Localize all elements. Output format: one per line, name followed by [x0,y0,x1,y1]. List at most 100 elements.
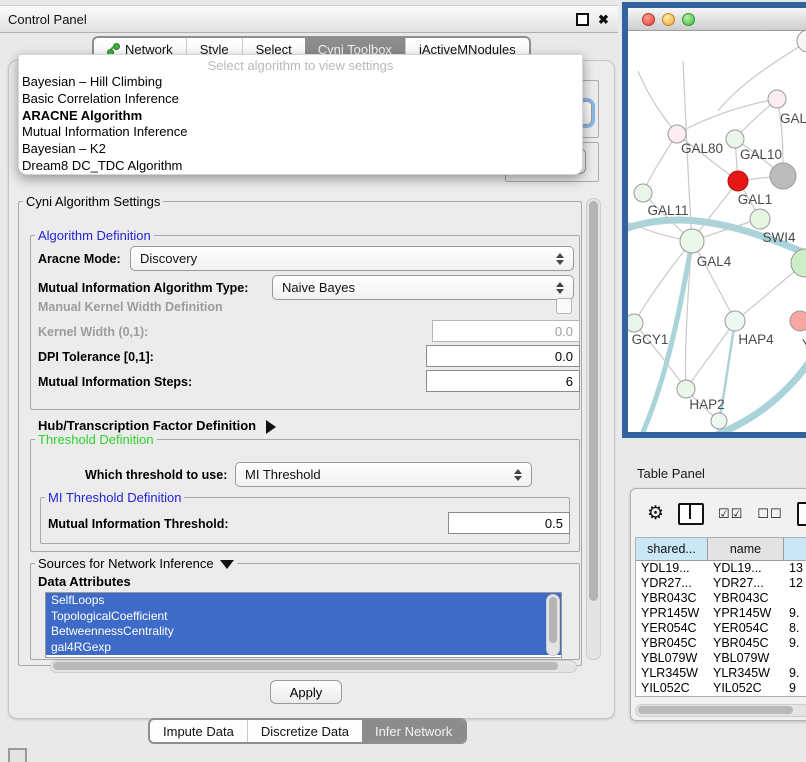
table-cell[interactable] [784,591,806,606]
table-cell[interactable]: YLR345W [708,666,784,681]
apply-button[interactable]: Apply [270,680,342,704]
table-cell[interactable]: YER054C [708,621,784,636]
mi-steps-field[interactable]: 6 [426,370,580,392]
network-node-gal[interactable] [768,90,786,108]
network-node-gal1[interactable] [750,209,770,229]
table-horizontal-scrollbar[interactable] [635,704,806,717]
table-cell[interactable]: YPR145W [636,606,708,621]
which-threshold-combobox[interactable]: MI Threshold [235,462,532,487]
zoom-window-icon[interactable] [682,13,695,26]
data-attribute-item[interactable]: gal4RGexp [46,640,561,656]
dpi-tolerance-field[interactable]: 0.0 [426,345,580,367]
table-cell[interactable]: YBR043C [636,591,708,606]
network-node-gal4[interactable] [680,229,704,253]
table-cell[interactable]: YPR145W [708,606,784,621]
network-node[interactable] [797,31,806,52]
table-cell[interactable]: YDL19... [708,561,784,576]
algorithm-option[interactable]: Bayesian – K2 [19,141,582,158]
table-row[interactable]: YER054CYER054C8. [636,621,806,636]
mi-algorithm-type-combobox[interactable]: Naive Bayes [272,275,574,300]
minimize-window-icon[interactable] [662,13,675,26]
network-node-hap4[interactable] [725,311,745,331]
network-node-hap2[interactable] [677,380,695,398]
manual-kernel-width-checkbox[interactable] [556,298,572,314]
column-header-name[interactable]: name [708,538,784,560]
new-table-icon[interactable] [797,502,806,526]
sources-title[interactable]: Sources for Network Inference [35,556,237,571]
split-columns-icon[interactable] [678,503,704,525]
table-row[interactable]: YPR145WYPR145W9. [636,606,806,621]
close-window-icon[interactable] [642,13,655,26]
table-cell[interactable] [784,651,806,666]
tab-impute-data[interactable]: Impute Data [150,720,247,742]
mi-algorithm-type-label: Mutual Information Algorithm Type: [38,281,248,295]
table-cell[interactable]: YDL19... [636,561,708,576]
table-cell[interactable]: YBL079W [708,651,784,666]
table-row[interactable]: YIL052CYIL052C9 [636,681,806,696]
algorithm-option[interactable]: Basic Correlation Inference [19,91,582,108]
table-cell[interactable]: YBL079W [636,651,708,666]
settings-vertical-scrollbar-thumb[interactable] [589,201,598,601]
data-attribute-item[interactable]: TopologicalCoefficient [46,609,561,625]
network-node-gal11[interactable] [634,184,652,202]
settings-horizontal-scrollbar[interactable] [50,660,577,673]
data-attributes-list[interactable]: SelfLoopsTopologicalCoefficientBetweenne… [45,592,562,658]
algorithm-option[interactable]: ARACNE Algorithm [19,108,582,125]
float-panel-icon[interactable] [576,13,589,26]
table-row[interactable]: YDR27...YDR27...12 [636,576,806,591]
table-cell[interactable]: YDR27... [708,576,784,591]
network-node[interactable] [728,171,748,191]
table-row[interactable]: YBR043CYBR043C [636,591,806,606]
tab-infer-network[interactable]: Infer Network [362,720,465,742]
algorithm-option[interactable]: Mutual Information Inference [19,124,582,141]
table-cell[interactable]: 9. [784,606,806,621]
algorithm-option[interactable]: Bayesian – Hill Climbing [19,74,582,91]
attributes-scrollbar-thumb[interactable] [549,597,557,643]
table-cell[interactable]: YER054C [636,621,708,636]
table-row[interactable]: YBR045CYBR045C9. [636,636,806,651]
table-cell[interactable]: 9. [784,666,806,681]
settings-vertical-scrollbar[interactable] [586,198,601,660]
table-cell[interactable]: YDR27... [636,576,708,591]
network-node-label: GCY1 [632,332,669,347]
algorithm-dropdown-placeholder: Select algorithm to view settings [19,55,582,74]
table-horizontal-scrollbar-thumb[interactable] [638,706,793,714]
attributes-vertical-scrollbar[interactable] [546,594,560,656]
network-window-titlebar[interactable] [628,8,806,31]
table-cell[interactable]: 8. [784,621,806,636]
close-panel-icon[interactable]: ✖ [597,13,610,26]
network-node[interactable] [770,163,796,189]
column-header-shared[interactable]: shared... [636,538,708,560]
aracne-mode-combobox[interactable]: Discovery [130,246,574,271]
table-cell[interactable]: YLR345W [636,666,708,681]
table-cell[interactable]: YBR045C [708,636,784,651]
select-all-checkboxes-icon[interactable]: ☑☑ [718,506,743,522]
table-cell[interactable]: 9. [784,636,806,651]
data-attribute-item[interactable]: BetweennessCentrality [46,624,561,640]
data-attribute-item[interactable]: SelfLoops [46,593,561,609]
table-cell[interactable]: 13 [784,561,806,576]
network-node-gcy1[interactable] [628,314,643,332]
mini-palette-icon[interactable] [8,748,27,762]
table-cell[interactable]: YBR045C [636,636,708,651]
kernel-width-field[interactable]: 0.0 [432,320,580,342]
deselect-all-checkboxes-icon[interactable]: ☐☐ [757,506,782,522]
settings-horizontal-scrollbar-thumb[interactable] [53,662,558,670]
table-cell[interactable]: 9 [784,681,806,696]
table-row[interactable]: YLR345WYLR345W9. [636,666,806,681]
network-node[interactable] [711,413,727,429]
tab-discretize-data[interactable]: Discretize Data [247,720,362,742]
table-cell[interactable]: YBR043C [708,591,784,606]
mi-threshold-field[interactable]: 0.5 [448,512,570,534]
table-cell[interactable]: YIL052C [708,681,784,696]
algorithm-option[interactable]: Dream8 DC_TDC Algorithm [19,158,582,175]
column-header-partial[interactable] [784,538,806,560]
table-row[interactable]: YBL079WYBL079W [636,651,806,666]
network-node-gal10[interactable] [726,130,744,148]
network-node-y[interactable] [790,311,806,331]
table-cell[interactable]: YIL052C [636,681,708,696]
table-cell[interactable]: 12 [784,576,806,591]
gear-icon[interactable]: ⚙ [647,504,664,524]
table-row[interactable]: YDL19...YDL19...13 [636,561,806,576]
network-canvas[interactable]: GALGAL80GAL10GAL11GAL1GAL4SWI4GCY1HAP4YH… [628,31,806,432]
